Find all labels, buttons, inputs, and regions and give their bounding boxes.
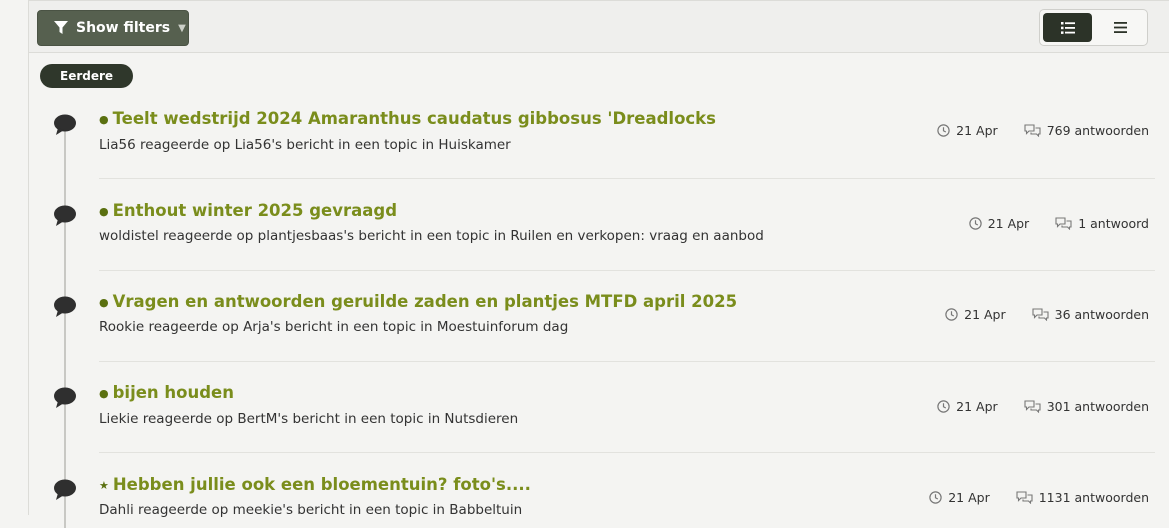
comments-icon (1016, 491, 1033, 504)
chat-bubble-icon (54, 479, 76, 500)
unread-dot-icon: ● (99, 387, 109, 400)
chat-bubble-icon (54, 387, 76, 408)
activity-description: woldistel reageerde op plantjesbaas's be… (99, 228, 764, 244)
list-item: ● Enthout winter 2025 gevraagd woldistel … (29, 179, 1155, 271)
section-badge: Eerdere (40, 64, 134, 88)
item-date: 21 Apr (956, 123, 998, 138)
topic-title-link[interactable]: ● Vragen en antwoorden geruilde zaden en … (99, 292, 737, 311)
comments-icon (1024, 124, 1041, 137)
list-item: ★ Hebben jullie ook een bloementuin? foto… (29, 453, 1155, 518)
activity-description: Dahli reageerde op meekie's bericht in e… (99, 502, 523, 518)
toolbar: Show filters ▼ (29, 0, 1169, 53)
list-item: ● bijen houden Liekie reageerde op BertM'… (29, 362, 1155, 453)
list-compact-icon (1114, 22, 1127, 33)
activity-panel: Show filters ▼ Eerdere ● Teelt wedstrijd… (28, 0, 1169, 528)
unread-dot-icon: ● (99, 205, 109, 218)
view-compact-button[interactable] (1096, 13, 1145, 42)
topic-title-link[interactable]: ● Enthout winter 2025 gevraagd (99, 201, 397, 220)
clock-icon (937, 124, 950, 137)
item-meta: 21 Apr 769 antwoorden (937, 123, 1149, 138)
item-date: 21 Apr (964, 307, 1006, 322)
reply-count: 36 antwoorden (1054, 307, 1149, 322)
filter-icon (54, 21, 68, 34)
comments-icon (1055, 217, 1072, 230)
item-meta: 21 Apr 36 antwoorden (945, 307, 1149, 322)
unread-dot-icon: ● (99, 296, 109, 309)
list-detailed-icon (1060, 21, 1075, 34)
view-detailed-button[interactable] (1043, 13, 1092, 42)
clock-icon (937, 400, 950, 413)
chat-bubble-icon (54, 114, 76, 135)
chevron-down-icon: ▼ (178, 22, 186, 34)
activity-description: Lia56 reageerde op Lia56's bericht in ee… (99, 137, 511, 153)
reply-count: 301 antwoorden (1046, 399, 1149, 414)
unread-dot-icon: ● (99, 113, 109, 126)
chat-bubble-icon (54, 296, 76, 317)
item-date: 21 Apr (956, 399, 998, 414)
activity-description: Rookie reageerde op Arja's bericht in ee… (99, 319, 569, 335)
clock-icon (968, 217, 982, 230)
reply-count: 1 antwoord (1078, 216, 1149, 231)
show-filters-button[interactable]: Show filters ▼ (37, 10, 189, 46)
reply-count: 769 antwoorden (1046, 123, 1149, 138)
item-meta: 21 Apr 301 antwoorden (937, 399, 1149, 414)
list-item: ● Vragen en antwoorden geruilde zaden en … (29, 271, 1155, 362)
comments-icon (1024, 400, 1041, 413)
item-meta: 21 Apr 1131 antwoorden (929, 490, 1149, 505)
chat-bubble-icon (54, 205, 76, 226)
topic-title-link[interactable]: ● Teelt wedstrijd 2024 Amaranthus caudatu… (99, 109, 716, 128)
list-item: ● Teelt wedstrijd 2024 Amaranthus caudatu… (29, 100, 1155, 179)
activity-description: Liekie reageerde op BertM's bericht in e… (99, 411, 519, 427)
show-filters-label: Show filters (76, 20, 171, 36)
reply-count: 1131 antwoorden (1038, 490, 1149, 505)
topic-title-link[interactable]: ★ Hebben jullie ook een bloementuin? foto… (99, 475, 531, 494)
item-date: 21 Apr (987, 216, 1030, 231)
item-meta: 21 Apr 1 antwoord (968, 216, 1149, 231)
clock-icon (929, 491, 942, 504)
view-toggle (1039, 9, 1148, 46)
item-date: 21 Apr (948, 490, 990, 505)
featured-star-icon: ★ (99, 479, 109, 492)
topic-title-link[interactable]: ● bijen houden (99, 383, 234, 402)
comments-icon (1032, 308, 1049, 321)
clock-icon (945, 308, 958, 321)
